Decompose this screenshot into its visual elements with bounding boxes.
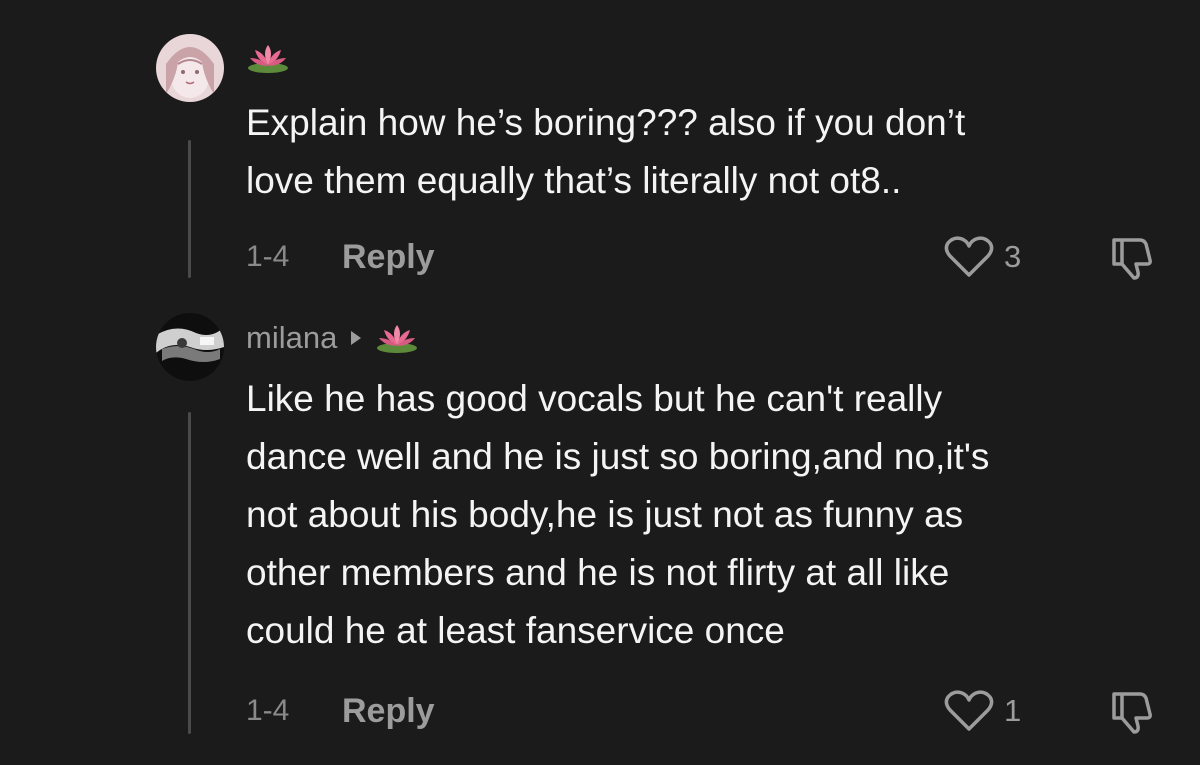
heart-icon	[944, 236, 994, 277]
comment-header	[246, 40, 290, 76]
like-button[interactable]: 1	[944, 689, 1030, 733]
comment-actions: 1-4 Reply 3	[246, 234, 1156, 280]
dislike-button[interactable]	[1108, 234, 1156, 280]
dislike-button[interactable]	[1108, 688, 1156, 734]
like-count: 3	[1004, 239, 1022, 274]
thread-line	[188, 412, 191, 734]
comment-date: 1-4	[246, 240, 290, 273]
lotus-icon	[375, 321, 419, 355]
avatar[interactable]	[156, 313, 224, 381]
thumbs-down-icon	[1112, 238, 1152, 280]
comment-thread: Explain how he’s boring??? also if you d…	[0, 0, 1200, 765]
comment-text: Like he has good vocals but he can't rea…	[246, 378, 990, 651]
reply-button[interactable]: Reply	[342, 692, 435, 731]
lotus-icon	[246, 41, 290, 75]
avatar[interactable]	[156, 34, 224, 102]
thread-line	[188, 140, 191, 278]
like-count: 1	[1004, 693, 1022, 728]
reply-button[interactable]: Reply	[342, 238, 435, 277]
comment-header: milana	[246, 318, 419, 358]
thumbs-down-icon	[1112, 692, 1152, 734]
comment-actions: 1-4 Reply 1	[246, 688, 1156, 734]
reply-arrow-icon	[351, 331, 362, 345]
like-button[interactable]: 3	[944, 235, 1030, 279]
username[interactable]: milana	[246, 320, 337, 356]
comment-date: 1-4	[246, 694, 290, 727]
heart-icon	[944, 690, 994, 731]
comment-text: Explain how he’s boring??? also if you d…	[246, 102, 966, 201]
